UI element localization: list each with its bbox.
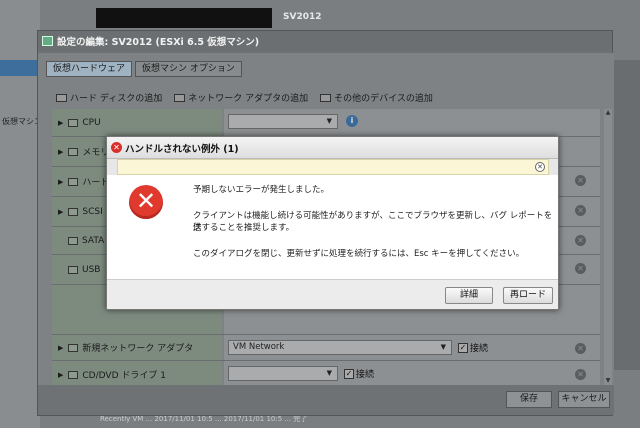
error-message-1: 予期しないエラーが発生しました。 [193, 185, 330, 195]
error-message-3: 信することを推奨します。 [193, 223, 295, 233]
dialog-titlebar: 設定の編集: SV2012 (ESXi 6.5 仮想マシン) [38, 31, 612, 51]
error-icon: ✕ [111, 142, 122, 153]
nic-connect-label: 接続 [470, 344, 489, 354]
usb-label: USB [82, 264, 101, 275]
hdd-icon [56, 93, 67, 102]
error-large-icon: ✕ [129, 185, 163, 219]
network-select[interactable]: VM Network ▼ [228, 340, 452, 355]
scsi-label: SCSI [82, 206, 103, 217]
checkbox-checked-icon: ✓ [458, 342, 468, 353]
remove-icon[interactable]: ✕ [575, 175, 586, 186]
tab-virtual-hardware[interactable]: 仮想ハードウェア [46, 61, 133, 77]
tab-vm-options[interactable]: 仮想マシン オプション [135, 61, 242, 77]
error-footer: 詳細 再ロード [107, 279, 558, 309]
expand-icon[interactable]: ▶ [58, 208, 63, 216]
memory-icon [68, 147, 79, 156]
expand-icon[interactable]: ▶ [58, 178, 63, 186]
remove-icon[interactable]: ✕ [575, 205, 586, 216]
scsi-icon [68, 207, 79, 216]
add-other-label: その他のデバイスの追加 [334, 94, 433, 104]
add-nic-button[interactable]: ネットワーク アダプタの追加 [174, 91, 308, 104]
nic-label: 新規ネットワーク アダプタ [82, 344, 194, 354]
cpu-select[interactable]: ▼ [228, 114, 338, 129]
nic-icon [174, 93, 186, 102]
cancel-button[interactable]: キャンセル [558, 391, 610, 408]
dialog-title: 設定の編集: SV2012 (ESXi 6.5 仮想マシン) [57, 37, 260, 48]
cdrom-select[interactable]: ▼ [228, 366, 338, 381]
cdrom-label: CD/DVD ドライブ 1 [82, 371, 166, 381]
hdd-icon [68, 177, 79, 186]
bg-recent-tasks: Recently VM ... 2017/11/01 10:5 ... 2017… [100, 415, 308, 423]
error-body: ✕ 予期しないエラーが発生しました。 クライアントは機能し続ける可能性があります… [107, 175, 558, 279]
info-icon[interactable]: i [346, 115, 358, 127]
unhandled-exception-dialog: ✕ ハンドルされない例外 (1) ✕ ✕ 予期しないエラーが発生しました。 クラ… [106, 136, 559, 310]
cdrom-connect-label: 接続 [356, 370, 375, 380]
error-notification-bar: ✕ [117, 159, 549, 175]
tab-bar: 仮想ハードウェア 仮想マシン オプション [46, 61, 245, 77]
usb-icon [68, 265, 78, 274]
cdrom-connect-checkbox[interactable]: ✓ 接続 [344, 367, 374, 380]
remove-icon[interactable]: ✕ [575, 235, 586, 246]
add-hdd-button[interactable]: ハード ディスクの追加 [56, 91, 162, 104]
device-icon [320, 93, 332, 102]
hw-row-nic[interactable]: ▶ 新規ネットワーク アダプタ VM Network ▼ ✓ 接続 ✕ [52, 335, 600, 361]
scroll-down-icon[interactable]: ▼ [604, 377, 612, 385]
cpu-label: CPU [82, 117, 101, 128]
bg-right-panel [614, 60, 640, 370]
cpu-icon [68, 118, 79, 127]
remove-icon[interactable]: ✕ [575, 263, 586, 274]
expand-icon[interactable]: ▶ [58, 344, 63, 352]
close-icon[interactable]: ✕ [535, 162, 545, 172]
chevron-down-icon: ▼ [326, 369, 332, 377]
error-titlebar: ✕ ハンドルされない例外 (1) [107, 137, 558, 159]
bg-vm-name: SV2012 [283, 12, 322, 22]
remove-icon[interactable]: ✕ [575, 369, 586, 380]
save-button[interactable]: 保存 [506, 391, 552, 408]
error-title: ハンドルされない例外 (1) [125, 143, 239, 155]
error-message-4: このダイアログを閉じ、更新せずに処理を続行するには、Esc キーを押してください… [193, 249, 525, 259]
sata-icon [68, 236, 78, 245]
remove-icon[interactable]: ✕ [575, 343, 586, 354]
checkbox-checked-icon: ✓ [344, 368, 354, 379]
hardware-toolbar: ハード ディスクの追加 ネットワーク アダプタの追加 その他のデバイスの追加 [56, 91, 433, 104]
hw-row-cpu[interactable]: ▶ CPU ▼ i [52, 109, 600, 137]
hw-row-cdrom[interactable]: ▶ CD/DVD ドライブ 1 ▼ ✓ 接続 ✕ [52, 361, 600, 385]
expand-icon[interactable]: ▶ [58, 148, 63, 156]
vm-edit-icon [42, 36, 53, 46]
sata-label: SATA [82, 235, 105, 246]
network-select-value: VM Network [233, 342, 285, 352]
chevron-down-icon: ▼ [440, 343, 446, 351]
cdrom-icon [68, 370, 79, 379]
expand-icon[interactable]: ▶ [58, 119, 63, 127]
details-button[interactable]: 詳細 [445, 287, 493, 304]
nic-connect-checkbox[interactable]: ✓ 接続 [458, 341, 488, 354]
dialog-footer: 保存 キャンセル [38, 385, 614, 415]
bg-sidebar-selected [0, 60, 40, 76]
add-hdd-label: ハード ディスクの追加 [70, 94, 163, 104]
chevron-down-icon: ▼ [326, 117, 332, 125]
add-other-device-button[interactable]: その他のデバイスの追加 [320, 91, 433, 104]
add-nic-label: ネットワーク アダプタの追加 [188, 94, 309, 104]
hardware-scrollbar[interactable] [604, 109, 612, 385]
bg-sidebar-label: 仮想マシン [2, 117, 42, 126]
expand-icon[interactable]: ▶ [58, 371, 63, 379]
reload-button[interactable]: 再ロード [503, 287, 553, 304]
scroll-up-icon[interactable]: ▲ [604, 109, 612, 117]
nic-icon [68, 343, 79, 352]
bg-header-bar [96, 8, 272, 28]
